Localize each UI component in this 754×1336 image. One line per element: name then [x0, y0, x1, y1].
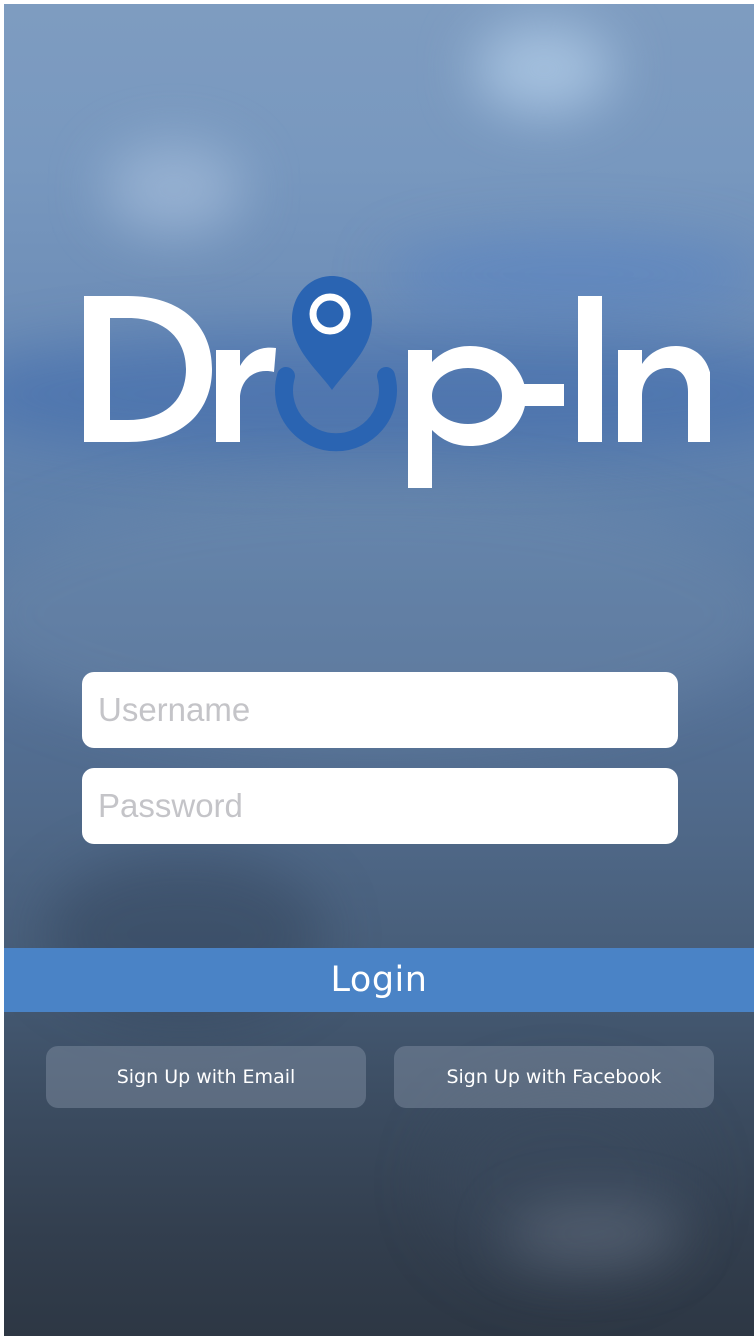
sign-up-facebook-button[interactable]: Sign Up with Facebook: [394, 1046, 714, 1108]
app-logo: [70, 266, 710, 506]
username-field[interactable]: [82, 672, 678, 748]
sign-up-email-button[interactable]: Sign Up with Email: [46, 1046, 366, 1108]
background-crowd-blur: [504, 1204, 684, 1264]
app-logo-graphic: [84, 276, 710, 488]
password-input[interactable]: [98, 768, 662, 844]
password-field[interactable]: [82, 768, 678, 844]
sign-up-email-label: Sign Up with Email: [116, 1066, 296, 1088]
background-light-blur: [104, 144, 244, 234]
username-input[interactable]: [98, 672, 662, 748]
login-button-label: Login: [330, 960, 428, 1000]
background-light-blur: [474, 24, 614, 114]
login-button[interactable]: Login: [4, 948, 754, 1012]
login-screen: Login Sign Up with Email Sign Up with Fa…: [4, 4, 754, 1336]
sign-up-facebook-label: Sign Up with Facebook: [446, 1066, 662, 1088]
